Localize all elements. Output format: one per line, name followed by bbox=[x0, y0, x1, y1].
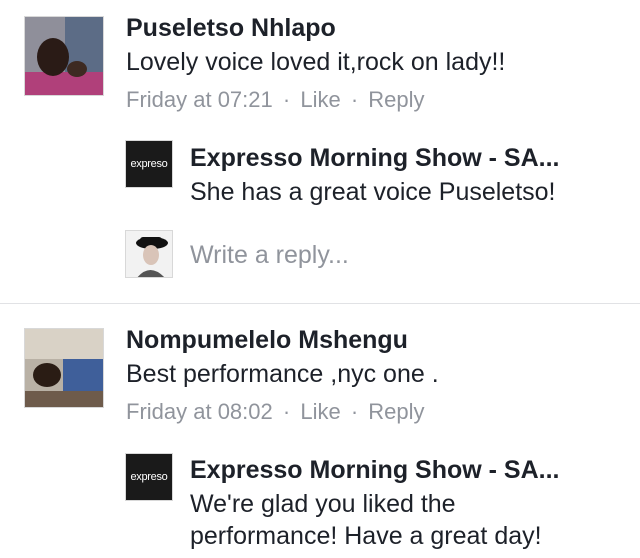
separator: · bbox=[282, 399, 291, 424]
user-photo-icon bbox=[126, 231, 172, 277]
page-logo-avatar[interactable]: expreso bbox=[125, 140, 173, 188]
write-reply-input[interactable]: Write a reply... bbox=[190, 240, 349, 270]
page-logo-avatar[interactable]: expreso bbox=[125, 453, 173, 501]
comment-timestamp[interactable]: Friday at 08:02 bbox=[126, 399, 273, 424]
reply-link[interactable]: Reply bbox=[368, 87, 424, 112]
user-photo-icon bbox=[25, 329, 103, 407]
comment-text: Best performance ,nyc one . bbox=[126, 360, 439, 388]
user-photo-icon bbox=[25, 17, 103, 95]
like-link[interactable]: Like bbox=[300, 399, 340, 424]
separator: · bbox=[282, 87, 291, 112]
comment-timestamp[interactable]: Friday at 07:21 bbox=[126, 87, 273, 112]
current-user-avatar bbox=[125, 230, 173, 278]
commenter-avatar[interactable] bbox=[24, 16, 104, 96]
comment-author[interactable]: Puseletso Nhlapo bbox=[126, 13, 336, 43]
comment-meta: Friday at 08:02 · Like · Reply bbox=[126, 399, 425, 425]
commenter-avatar[interactable] bbox=[24, 328, 104, 408]
reply-text-line: She has a great voice Puseletso! bbox=[190, 178, 556, 206]
reply-text-line: performance! Have a great day! bbox=[190, 522, 542, 550]
comment-divider bbox=[0, 303, 640, 304]
separator: · bbox=[350, 87, 359, 112]
reply-text-line: We're glad you liked the bbox=[190, 490, 456, 518]
page-logo-text: expreso bbox=[130, 471, 168, 483]
comment-meta: Friday at 07:21 · Like · Reply bbox=[126, 87, 425, 113]
comment-text: Lovely voice loved it,rock on lady!! bbox=[126, 48, 506, 76]
comment-author[interactable]: Nompumelelo Mshengu bbox=[126, 325, 408, 355]
like-link[interactable]: Like bbox=[300, 87, 340, 112]
reply-author[interactable]: Expresso Morning Show - SA... bbox=[190, 455, 559, 485]
reply-link[interactable]: Reply bbox=[368, 399, 424, 424]
separator: · bbox=[350, 399, 359, 424]
reply-author[interactable]: Expresso Morning Show - SA... bbox=[190, 143, 559, 173]
page-logo-text: expreso bbox=[130, 158, 168, 170]
